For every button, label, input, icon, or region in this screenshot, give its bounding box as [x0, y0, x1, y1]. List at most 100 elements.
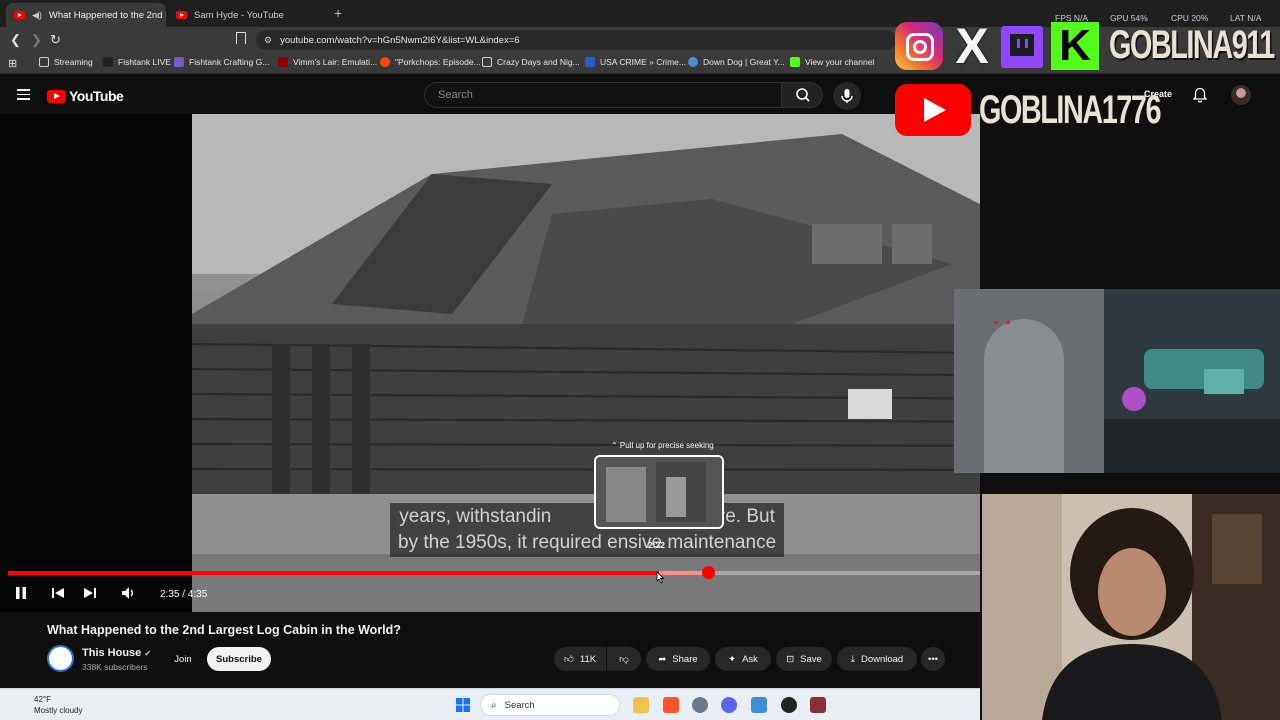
youtube-logo[interactable]: YouTube [47, 88, 124, 104]
bookmark-streaming[interactable]: Streaming [39, 57, 93, 67]
handle-top: GOBLINA911 [1109, 23, 1275, 67]
bookmark-down-dog[interactable]: Down Dog | Great Y... [688, 57, 785, 67]
channel-name[interactable]: This House ✔ [82, 647, 151, 659]
bookmark-icon[interactable] [236, 32, 246, 44]
discord-icon[interactable] [721, 697, 737, 713]
volume-button[interactable] [121, 586, 137, 600]
seek-preview-thumbnail [594, 455, 724, 529]
preview-image [596, 457, 722, 527]
site-info-icon[interactable]: ⚙ [264, 35, 272, 46]
brave-browser-icon[interactable] [663, 697, 679, 713]
social-handles-overlay: X K GOBLINA911 GOBLINA1776 [893, 18, 1275, 138]
youtube-favicon-icon [14, 11, 25, 19]
gameplay-image [954, 289, 1280, 473]
sparkle-icon: ✦ [728, 653, 737, 665]
pause-icon [16, 587, 26, 599]
search-input[interactable]: Search [424, 82, 782, 108]
forward-icon[interactable]: ❯ [31, 32, 42, 48]
apps-grid-icon[interactable]: ⊞ [8, 56, 17, 72]
seek-time: 2:22 [648, 540, 666, 550]
save-button[interactable]: ⊡ Save [776, 647, 832, 671]
menu-icon[interactable] [17, 89, 30, 100]
like-button[interactable]: 👍︎ 11K [554, 647, 606, 671]
channel-avatar[interactable] [47, 645, 74, 672]
url-text: youtube.com/watch?v=hGn5Nwm2I6Y&list=WL&… [280, 34, 520, 46]
youtube-icon [895, 84, 971, 136]
search-button[interactable] [781, 82, 823, 108]
bookmark-crazy-days[interactable]: Crazy Days and Nig... [482, 57, 580, 67]
page-icon [482, 57, 492, 67]
progress-scrubber[interactable] [701, 566, 715, 579]
file-explorer-icon[interactable] [633, 697, 649, 713]
bookmark-label: Streaming [54, 57, 93, 67]
app-icon[interactable] [810, 697, 826, 713]
download-icon: ⤓ [850, 653, 855, 665]
back-icon[interactable]: ❮ [10, 32, 21, 48]
bookmark-label: Fishtank Crafting G... [189, 57, 270, 67]
instagram-icon [895, 22, 943, 70]
search-placeholder: Search [438, 89, 473, 101]
video-player[interactable]: years, withstandinf nature. But by the 1… [0, 114, 980, 612]
settings-icon[interactable] [692, 697, 708, 713]
notepad-icon[interactable] [751, 697, 767, 713]
download-button[interactable]: ⤓ Download [837, 647, 917, 671]
url-field[interactable]: ⚙ youtube.com/watch?v=hGn5Nwm2I6Y&list=W… [256, 30, 896, 50]
share-button[interactable]: ➦ Share [646, 647, 710, 671]
perf-stat-lat: LAT N/A [1230, 13, 1262, 23]
subtitle-line2-end: nsive maintenance [617, 532, 777, 553]
dislike-button[interactable]: 👎︎ [607, 647, 641, 671]
verified-icon: ✔ [144, 649, 152, 658]
subtitle-line2-start: by the 1950s, it required e [398, 532, 618, 553]
tab-title: Sam Hyde - YouTube [194, 9, 284, 21]
obs-icon[interactable] [781, 697, 797, 713]
previous-button[interactable] [51, 586, 65, 600]
tab-title: What Happened to the 2nd L [48, 9, 166, 21]
previous-icon [52, 588, 64, 598]
youtube-logo-icon [47, 89, 66, 103]
subtitle-line1-start: years, withstandin [399, 506, 552, 527]
bookmark-vimms-lair[interactable]: Vimm's Lair: Emulati... [278, 57, 377, 67]
subscriber-count: 338K subscribers [82, 662, 148, 672]
next-button[interactable] [83, 586, 97, 600]
windows-start-icon[interactable] [456, 698, 470, 712]
bookmark-label: Down Dog | Great Y... [703, 57, 785, 67]
bookmark-porkchops[interactable]: "Porkchops: Episode... [380, 57, 481, 67]
tab-active-video[interactable]: ◀) What Happened to the 2nd L ✕ [6, 3, 166, 27]
time-display: 2:35 / 4:35 [160, 589, 208, 600]
youtube-favicon-icon [176, 11, 187, 19]
bookmark-label: Vimm's Lair: Emulati... [293, 57, 378, 67]
bookmark-fishtank-crafting[interactable]: Fishtank Crafting G... [174, 57, 269, 67]
youtube-logo-text: YouTube [69, 88, 124, 104]
pause-button[interactable] [14, 586, 28, 600]
new-tab-button[interactable]: + [334, 5, 342, 21]
progress-bar[interactable] [8, 566, 980, 579]
weather-widget[interactable]: 42°F Mostly cloudy [34, 694, 82, 716]
bookmark-usa-crime[interactable]: USA CRIME » Crime... [585, 57, 686, 67]
voice-search-button[interactable] [833, 82, 861, 110]
bookmark-view-channel[interactable]: View your channel [790, 57, 874, 67]
subscribe-button[interactable]: Subscribe [207, 647, 271, 671]
bookmark-label: USA CRIME » Crime... [600, 57, 686, 67]
x-twitter-icon: X [955, 18, 989, 74]
webcam-image [982, 494, 1280, 720]
vimm-icon [278, 57, 288, 67]
perf-stat-gpu: GPU 54% [1110, 13, 1148, 23]
bookmark-label: "Porkchops: Episode... [395, 57, 481, 67]
tab-sam-hyde[interactable]: Sam Hyde - YouTube [168, 3, 328, 27]
thumbs-up-icon: 👍︎ [563, 654, 574, 665]
fishtank-icon [174, 57, 184, 67]
kick-icon [790, 57, 800, 67]
search-icon: ⌕ [491, 699, 497, 711]
reddit-icon [380, 57, 390, 67]
temperature: 42°F [34, 695, 51, 704]
os-taskbar: 42°F Mostly cloudy ⌕ Search [0, 688, 980, 720]
join-button[interactable]: Join [169, 647, 197, 671]
bookmark-save-icon: ⊡ [786, 653, 795, 665]
reload-icon[interactable]: ↻ [50, 32, 61, 48]
bookmark-fishtank-live[interactable]: Fishtank LIVE [103, 57, 171, 67]
ask-button[interactable]: ✦ Ask [715, 647, 771, 671]
more-actions-button[interactable]: ••• [921, 647, 945, 671]
progress-hover [659, 571, 708, 575]
flag-icon [585, 57, 595, 67]
taskbar-search[interactable]: ⌕ Search [480, 694, 620, 716]
